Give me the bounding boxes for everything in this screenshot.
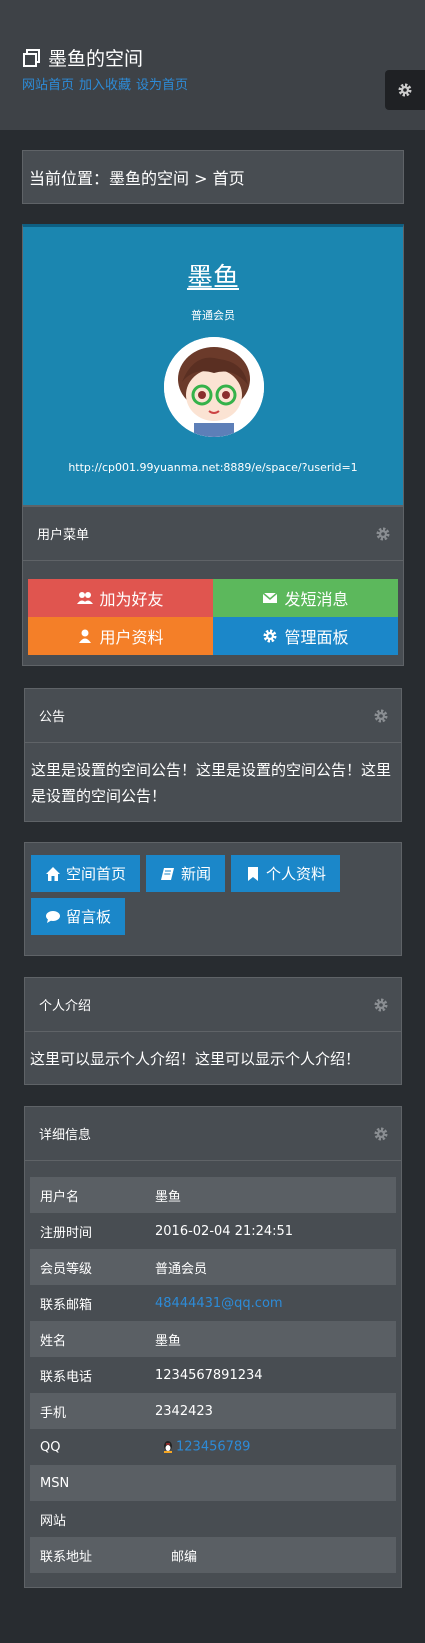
detail-table: 用户名 墨鱼 注册时间 2016-02-04 21:24:51 会员等级 普通会员 联… — [30, 1177, 396, 1573]
field-value: 普通会员 — [155, 1261, 208, 1277]
user-menu-panel: 用户菜单 加为好友 发短消息 用户资料 管理面板 — [22, 506, 404, 666]
set-homepage-link[interactable]: 设为首页 — [136, 78, 188, 93]
site-title-text: 墨鱼的空间 — [48, 48, 144, 70]
nav-label: 新闻 — [181, 865, 212, 883]
settings-button[interactable] — [385, 70, 425, 110]
table-row: 网站 — [30, 1501, 396, 1537]
field-value — [145, 1501, 396, 1537]
nav-label: 个人资料 — [266, 865, 327, 883]
table-row: QQ 123456789 — [30, 1429, 396, 1465]
panel-title: 公告 — [39, 710, 66, 725]
notice-panel: 公告 这里是设置的空间公告！这里是设置的空间公告！这里是设置的空间公告！ — [24, 688, 402, 822]
book-icon — [161, 867, 175, 880]
user-menu-grid: 加为好友 发短消息 用户资料 管理面板 — [28, 579, 398, 655]
detail-panel: 详细信息 用户名 墨鱼 注册时间 2016-02-04 21:24:51 会员等级普… — [24, 1106, 402, 1588]
user-profile-button[interactable]: 用户资料 — [28, 617, 213, 655]
field-value: 2342423 — [155, 1403, 213, 1419]
nav-news[interactable]: 新闻 — [146, 855, 226, 892]
table-row: 姓名 墨鱼 — [30, 1321, 396, 1357]
user-profile-label: 用户资料 — [99, 628, 164, 647]
email-link[interactable]: 48444431@qq.com — [145, 1285, 396, 1321]
avatar — [164, 337, 264, 437]
field-value: 邮编 — [145, 1537, 396, 1573]
postcode-label: 邮编 — [171, 1549, 198, 1565]
table-row: 联系地址 邮编 — [30, 1537, 396, 1573]
nav-guestbook[interactable]: 留言板 — [31, 898, 126, 935]
profile-name[interactable]: 墨鱼 — [23, 257, 403, 294]
table-row: 手机 2342423 — [30, 1393, 396, 1429]
bookmark-icon — [248, 866, 259, 881]
field-value — [145, 1465, 396, 1501]
qq-cell: 123456789 — [145, 1429, 396, 1465]
panel-title: 个人介绍 — [39, 999, 92, 1014]
table-row: 会员等级 普通会员 — [30, 1249, 396, 1285]
field-label: MSN — [40, 1475, 70, 1491]
envelope-icon — [262, 592, 278, 603]
field-label: 联系地址 — [40, 1549, 93, 1565]
home-link[interactable]: 网站首页 — [22, 78, 74, 93]
panel-header: 公告 — [25, 689, 401, 743]
panel-header: 个人介绍 — [25, 978, 401, 1032]
nav-label: 留言板 — [66, 908, 112, 926]
send-message-label: 发短消息 — [284, 590, 349, 609]
gear-icon — [398, 83, 412, 97]
intro-text: 这里可以显示个人介绍！这里可以显示个人介绍！ — [30, 1050, 361, 1068]
qq-link[interactable]: 123456789 — [176, 1440, 250, 1455]
nav-profile[interactable]: 个人资料 — [231, 855, 341, 892]
user-icon — [79, 629, 92, 643]
copy-icon — [23, 48, 40, 67]
field-label: 用户名 — [40, 1189, 80, 1205]
add-friend-button[interactable]: 加为好友 — [28, 579, 213, 617]
field-label: 网站 — [40, 1513, 67, 1529]
gear-icon[interactable] — [373, 997, 389, 1013]
panel-title: 详细信息 — [39, 1128, 92, 1143]
profile-card: 墨鱼 普通会员 http://cp001.99yuanma.net:8889/e… — [22, 224, 404, 506]
table-row: 联系邮箱 48444431@qq.com — [30, 1285, 396, 1321]
home-icon — [46, 866, 60, 881]
add-favorite-link[interactable]: 加入收藏 — [79, 78, 131, 93]
panel-header: 用户菜单 — [23, 507, 403, 561]
send-message-button[interactable]: 发短消息 — [213, 579, 398, 617]
intro-panel: 个人介绍 这里可以显示个人介绍！这里可以显示个人介绍！ — [24, 977, 402, 1085]
field-value: 1234567891234 — [155, 1367, 263, 1383]
nav-space-home[interactable]: 空间首页 — [31, 855, 141, 892]
field-value: 墨鱼 — [155, 1333, 182, 1349]
notice-text: 这里是设置的空间公告！这里是设置的空间公告！这里是设置的空间公告！ — [31, 761, 392, 805]
table-row: 注册时间 2016-02-04 21:24:51 — [30, 1213, 396, 1249]
nav-label: 空间首页 — [66, 865, 127, 883]
table-row: MSN — [30, 1465, 396, 1501]
site-title[interactable]: 墨鱼的空间 — [22, 44, 143, 71]
breadcrumb: 当前位置：墨鱼的空间 > 首页 — [22, 150, 404, 204]
add-friend-label: 加为好友 — [99, 590, 164, 609]
field-label: 手机 — [40, 1405, 67, 1421]
field-label: 姓名 — [40, 1333, 67, 1349]
space-nav: 空间首页 新闻 个人资料 留言板 — [24, 842, 402, 956]
field-value: 墨鱼 — [155, 1189, 182, 1205]
field-label: QQ — [40, 1439, 61, 1455]
admin-panel-label: 管理面板 — [284, 628, 349, 647]
member-level: 普通会员 — [191, 309, 235, 322]
field-label: 联系电话 — [40, 1369, 93, 1385]
table-row: 联系电话 1234567891234 — [30, 1357, 396, 1393]
qq-penguin-icon — [164, 1441, 172, 1453]
field-value: 2016-02-04 21:24:51 — [155, 1223, 294, 1239]
gear-icon[interactable] — [375, 526, 391, 542]
comment-icon — [46, 910, 60, 923]
admin-panel-button[interactable]: 管理面板 — [213, 617, 398, 655]
field-label: 会员等级 — [40, 1261, 93, 1277]
field-label: 联系邮箱 — [40, 1297, 93, 1313]
header-links: 网站首页 加入收藏 设为首页 — [22, 74, 193, 93]
panel-title: 用户菜单 — [37, 528, 90, 543]
panel-header: 详细信息 — [25, 1107, 401, 1161]
profile-url[interactable]: http://cp001.99yuanma.net:8889/e/space/?… — [23, 461, 403, 474]
gear-icon — [263, 629, 277, 643]
gear-icon[interactable] — [373, 708, 389, 724]
table-row: 用户名 墨鱼 — [30, 1177, 396, 1213]
gear-icon[interactable] — [373, 1126, 389, 1142]
field-label: 注册时间 — [40, 1225, 93, 1241]
users-icon — [77, 592, 94, 604]
header: 墨鱼的空间 网站首页 加入收藏 设为首页 — [0, 0, 425, 130]
